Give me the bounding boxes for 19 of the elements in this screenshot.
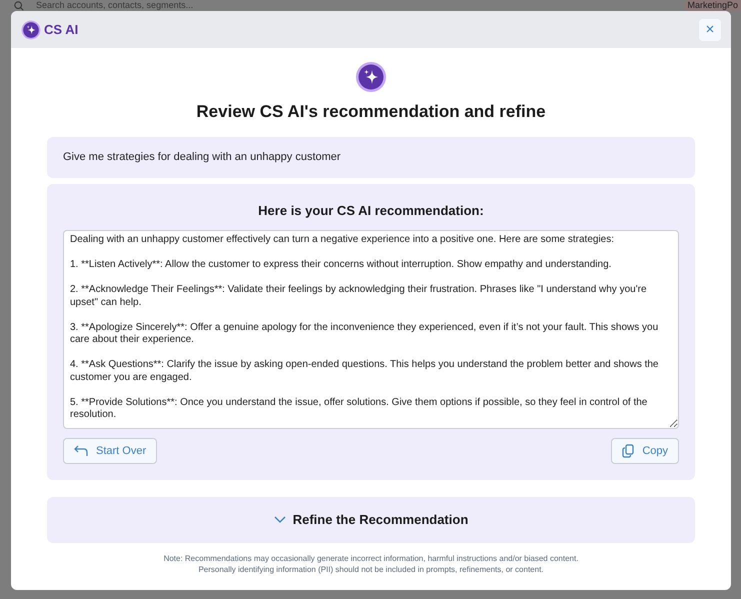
sparkle-icon (355, 61, 387, 93)
refine-accordion[interactable]: Refine the Recommendation (47, 496, 695, 542)
return-arrow-icon (74, 445, 88, 457)
recommendation-heading: Here is your CS AI recommendation: (257, 202, 485, 220)
prompt-text: Give me strategies for dealing with an unhappy customer (63, 150, 341, 165)
chevron-icon (274, 516, 286, 524)
start-over-button[interactable]: Start Over (63, 438, 158, 464)
sparkle-logo-icon (21, 20, 41, 40)
close-button[interactable]: × (699, 18, 721, 40)
account-chip[interactable]: MarketingPo (684, 0, 741, 11)
disclaimer-note: Personally identifying information (PII) should not be included in prompts, refinements, or content. (198, 564, 544, 574)
dialog-title: Review CS AI's recommendation and refine (196, 101, 546, 123)
search-field[interactable]: Search accounts, contacts, segments... (36, 0, 296, 11)
recommendation-text-area[interactable]: Dealing with an unhappy customer effectively can turn a negative experience into a positive one. Here are some strategies: 1. **Listen Actively**: Allow the customer to express their concerns without interruption. Show empathy and understanding. 2. **Acknowledge Their Feelings**: Validate their feelings by acknowledging their frustration. Phrases like "I understand why you're upset" can help. 3. **Apologize Sincerely**: Offer a genuine apology for the inconvenience they experienced, even if it’s not your fault. This shows you care about their experience. 4. **Ask Questions**: Clarify the issue by asking open-ended questions. This helps you understand the problem better and shows the customer you are engaged. 5. **Provide Solutions**: Once you understand the issue, offer solutions. Give them options if possible, so they feel in control of the resolution. (63, 230, 679, 429)
copy-button[interactable]: Copy (611, 438, 679, 464)
brand-name: CS AI (44, 20, 78, 39)
search-icon (14, 0, 24, 10)
copy-icon (622, 444, 634, 458)
disclaimer-note: Note: Recommendations may occasionally generate incorrect information, harmful instructions and/or biased content. (164, 552, 578, 564)
